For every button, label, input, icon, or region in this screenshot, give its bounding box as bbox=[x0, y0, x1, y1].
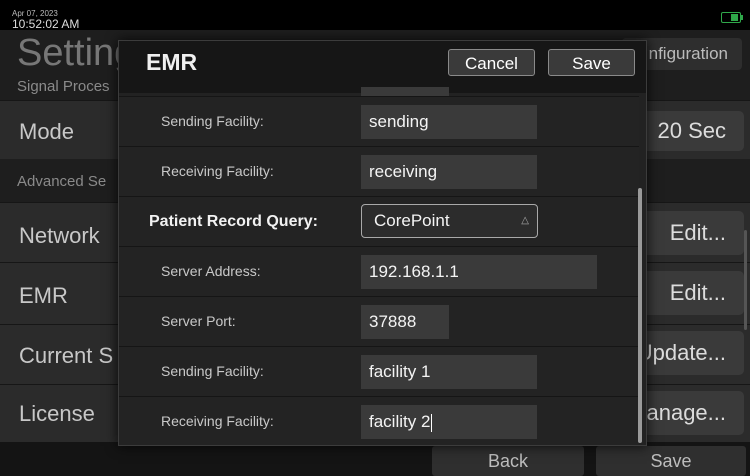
license-label: License bbox=[19, 401, 95, 426]
dialog-header: EMR Cancel Save bbox=[119, 41, 646, 93]
emr-dialog: EMR Cancel Save Sending Facility: sendin… bbox=[118, 40, 647, 446]
dialog-body: Sending Facility: sending Receiving Faci… bbox=[119, 87, 646, 445]
cancel-button[interactable]: Cancel bbox=[448, 49, 535, 76]
status-bar: Apr 07, 2023 10:52:02 AM bbox=[0, 0, 750, 31]
receiving-facility-2-row: Receiving Facility: facility 2 bbox=[119, 396, 639, 445]
sending-facility-input[interactable]: sending bbox=[361, 105, 537, 139]
patient-record-query-row: Patient Record Query: CorePoint △▽ bbox=[119, 196, 639, 258]
server-port-input[interactable]: 37888 bbox=[361, 305, 449, 339]
receiving-facility-row: Receiving Facility: receiving bbox=[119, 146, 639, 197]
patient-record-query-label: Patient Record Query: bbox=[149, 213, 318, 230]
page-scrollbar[interactable] bbox=[744, 230, 747, 330]
advanced-section-label: Advanced Se bbox=[17, 173, 107, 190]
save-page-button[interactable]: Save bbox=[596, 446, 746, 476]
patient-record-query-select[interactable]: CorePoint △▽ bbox=[361, 204, 538, 258]
mode-label: Mode bbox=[19, 119, 75, 144]
text-cursor bbox=[431, 413, 433, 432]
sending-facility-label: Sending Facility: bbox=[161, 113, 264, 129]
server-address-label: Server Address: bbox=[161, 263, 261, 279]
battery-icon bbox=[721, 12, 743, 23]
receiving-facility-2-input[interactable]: facility 2 bbox=[361, 405, 537, 439]
save-button[interactable]: Save bbox=[548, 49, 635, 76]
status-time: 10:52:02 AM bbox=[12, 17, 80, 31]
network-label: Network bbox=[19, 223, 100, 248]
server-address-row: Server Address: 192.168.1.1 bbox=[119, 246, 639, 297]
signal-processing-section-label: Signal Proces bbox=[17, 78, 110, 95]
server-port-row: Server Port: 37888 bbox=[119, 296, 639, 347]
patient-record-query-value: CorePoint bbox=[374, 211, 450, 230]
sending-facility-2-label: Sending Facility: bbox=[161, 363, 264, 379]
receiving-facility-label: Receiving Facility: bbox=[161, 163, 274, 179]
dialog-title: EMR bbox=[146, 49, 198, 75]
emr-label: EMR bbox=[19, 283, 68, 308]
sending-facility-2-input[interactable]: facility 1 bbox=[361, 355, 537, 389]
receiving-facility-input[interactable]: receiving bbox=[361, 155, 537, 189]
sending-facility-row: Sending Facility: sending bbox=[119, 96, 639, 147]
back-button[interactable]: Back bbox=[432, 446, 584, 476]
dialog-scrollbar[interactable] bbox=[638, 188, 642, 443]
server-port-label: Server Port: bbox=[161, 313, 236, 329]
sending-facility-2-row: Sending Facility: facility 1 bbox=[119, 346, 639, 397]
receiving-facility-2-value: facility 2 bbox=[369, 412, 431, 431]
receiving-facility-2-label: Receiving Facility: bbox=[161, 413, 274, 429]
server-address-input[interactable]: 192.168.1.1 bbox=[361, 255, 597, 289]
current-software-label: Current S bbox=[19, 343, 114, 368]
